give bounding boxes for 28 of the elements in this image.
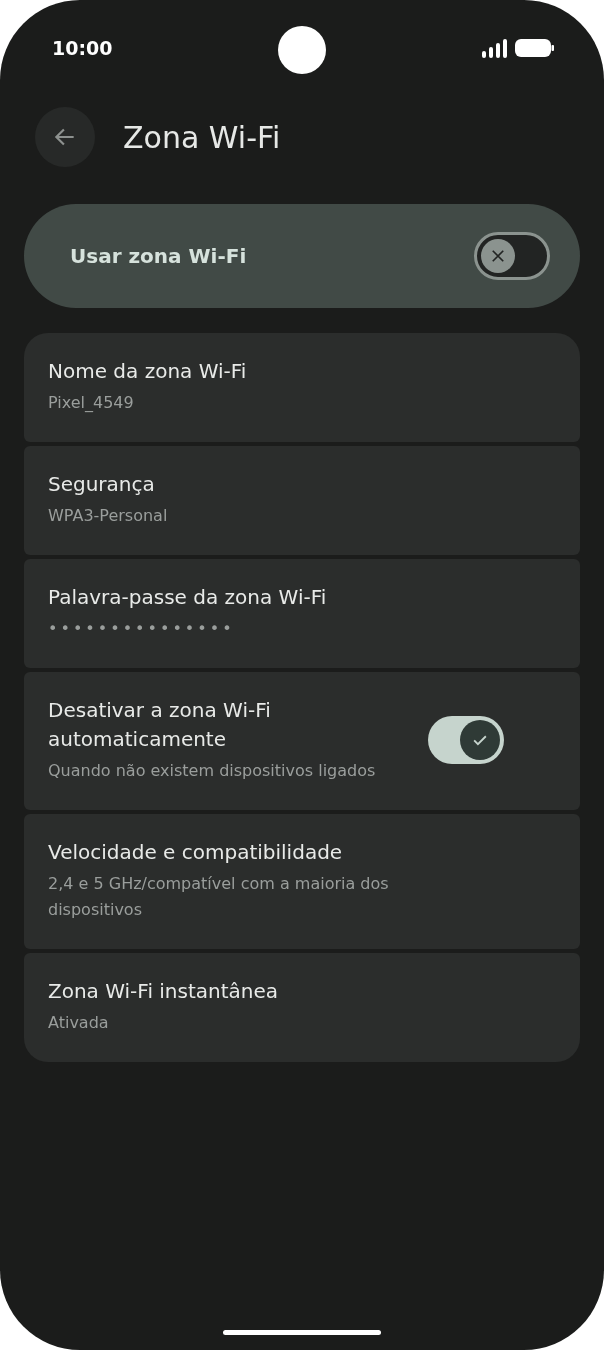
battery-icon — [515, 38, 554, 58]
signal-icon — [482, 38, 507, 58]
status-time: 10:00 — [52, 37, 113, 59]
close-icon — [489, 247, 507, 265]
setting-summary: WPA3-Personal — [48, 505, 169, 527]
settings-item[interactable]: Velocidade e compatibilidade 2,4 e 5 GHz/compatível com a maioria dos dispositivos — [24, 814, 580, 949]
setting-title: Palavra-passe da zona Wi-Fi — [48, 584, 328, 611]
settings-item[interactable]: Nome da zona Wi-Fi Pixel_4549 — [24, 333, 580, 442]
page-title: Zona Wi-Fi — [123, 119, 281, 155]
setting-title: Nome da zona Wi-Fi — [48, 358, 248, 385]
setting-title: Zona Wi-Fi instantânea — [48, 978, 280, 1005]
setting-title: Segurança — [48, 471, 156, 498]
setting-summary: Ativada — [48, 1012, 110, 1034]
settings-item[interactable]: Desativar a zona Wi-Fi automaticamente Quando não existem dispositivos ligados — [24, 672, 580, 810]
setting-summary: 2,4 e 5 GHz/compatível com a maioria dos dispositivos — [48, 873, 390, 921]
camera-cutout — [278, 26, 326, 74]
setting-summary: Pixel_4549 — [48, 392, 135, 414]
setting-summary: Quando não existem dispositivos ligados — [48, 760, 377, 782]
setting-title: Desativar a zona Wi-Fi automaticamente — [48, 697, 272, 753]
setting-title: Velocidade e compatibilidade — [48, 839, 344, 866]
masked-password: ••••••••••••••• — [48, 618, 236, 640]
settings-item[interactable]: Segurança WPA3-Personal — [24, 446, 580, 555]
toggle-switch[interactable] — [428, 716, 504, 764]
settings-item[interactable]: Zona Wi-Fi instantânea Ativada — [24, 953, 580, 1062]
main-switch-bar[interactable]: Usar zona Wi-Fi — [24, 204, 580, 308]
toggle-switch[interactable] — [474, 232, 550, 280]
settings-item[interactable]: Palavra-passe da zona Wi-Fi ••••••••••••••• — [24, 559, 580, 668]
switch-label: Usar zona Wi-Fi — [70, 244, 247, 268]
